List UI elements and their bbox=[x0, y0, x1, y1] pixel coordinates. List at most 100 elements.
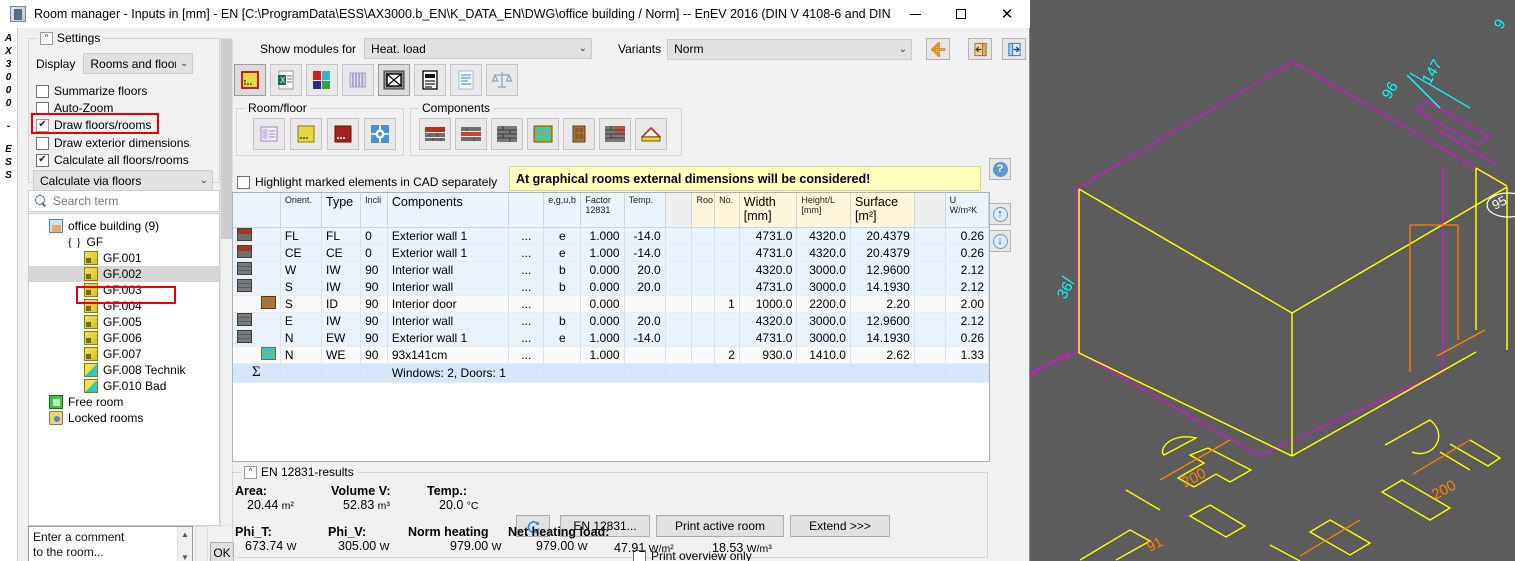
component-roof-button[interactable] bbox=[635, 118, 667, 150]
scrollbar-thumb[interactable] bbox=[221, 39, 232, 239]
module-button-crossed-box[interactable] bbox=[378, 64, 410, 96]
module-button-color-blocks[interactable] bbox=[306, 64, 338, 96]
tree-item-gf[interactable]: { } GF bbox=[29, 234, 219, 250]
room-settings-button[interactable] bbox=[364, 118, 396, 150]
component-door-button[interactable] bbox=[563, 118, 595, 150]
cell-dots[interactable]: ... bbox=[508, 244, 545, 262]
extend-button[interactable]: Extend >>> bbox=[790, 515, 890, 537]
cell-dots[interactable]: ... bbox=[508, 227, 545, 245]
tree-item-gf-002[interactable]: GF.002 bbox=[29, 266, 219, 282]
cell-dots[interactable]: ... bbox=[508, 329, 545, 347]
search-input[interactable]: Search term bbox=[53, 194, 118, 208]
component-wall-button[interactable] bbox=[491, 118, 523, 150]
tree-item-gf-005[interactable]: GF.005 bbox=[29, 314, 219, 330]
display-select[interactable]: Rooms and floor ⌄ bbox=[83, 53, 194, 74]
checkbox-draw-exterior-dimensions[interactable]: Draw exterior dimensions bbox=[36, 135, 189, 151]
room-properties-button[interactable] bbox=[253, 118, 285, 150]
module-button-scales[interactable] bbox=[486, 64, 518, 96]
help-button[interactable]: ? bbox=[989, 158, 1011, 180]
cell-dots[interactable]: ... bbox=[508, 261, 545, 279]
cell-dots[interactable]: ... bbox=[508, 346, 545, 364]
tree-item-gf-008-technik[interactable]: GF.008 Technik bbox=[29, 362, 219, 378]
table-row[interactable]: N EW 90 Exterior wall 1 ... e 1.000 -14.… bbox=[233, 329, 989, 347]
th-blank2[interactable] bbox=[914, 193, 946, 228]
cell-dots[interactable]: ... bbox=[508, 295, 545, 313]
component-ceiling-button[interactable] bbox=[455, 118, 487, 150]
component-floor-button[interactable] bbox=[419, 118, 451, 150]
tree-item-gf-001[interactable]: GF.001 bbox=[29, 250, 219, 266]
tree-item-gf-004[interactable]: GF.004 bbox=[29, 298, 219, 314]
collapse-results-button[interactable]: ^ bbox=[244, 465, 257, 479]
table-row[interactable]: W IW 90 Interior wall ... b 0.000 20.0 4… bbox=[233, 261, 989, 279]
cell-orient: CE bbox=[280, 244, 323, 262]
th-roo[interactable]: Roo bbox=[691, 193, 716, 228]
table-row[interactable]: S IW 90 Interior wall ... b 0.000 20.0 4… bbox=[233, 278, 989, 296]
components-table[interactable]: Orient. Type Incli Components e,g,u,b Fa… bbox=[232, 192, 990, 462]
minimize-button[interactable] bbox=[892, 0, 938, 28]
tree-item-locked-rooms[interactable]: Locked rooms bbox=[29, 410, 219, 426]
tree-item-free-room[interactable]: Free room bbox=[29, 394, 219, 410]
th-egub[interactable]: e,g,u,b bbox=[543, 193, 582, 228]
maximize-button[interactable] bbox=[938, 0, 984, 28]
th-incl[interactable]: Incli bbox=[360, 193, 388, 228]
th-u[interactable]: U W/m²K bbox=[945, 193, 989, 228]
comment-outer-scrollbar[interactable] bbox=[195, 526, 208, 561]
th-blank[interactable] bbox=[665, 193, 693, 228]
th-orient[interactable]: Orient. bbox=[280, 193, 323, 228]
module-button-document[interactable] bbox=[414, 64, 446, 96]
th-factor[interactable]: Factor 12831 bbox=[580, 193, 625, 228]
room-tree[interactable]: office building (9) { } GF GF.001 GF.002… bbox=[28, 213, 220, 526]
cad-viewport[interactable]: 200 200 91 96 147 9 36 95 bbox=[1030, 0, 1515, 561]
search-box[interactable]: Search term bbox=[28, 190, 220, 212]
variants-select[interactable]: Norm ⌄ bbox=[667, 38, 913, 60]
th-temp[interactable]: Temp. bbox=[624, 193, 666, 228]
table-row[interactable]: CE CE 0 Exterior wall 1 ... e 1.000 -14.… bbox=[233, 244, 989, 262]
checkbox-auto-zoom[interactable]: Auto-Zoom bbox=[36, 100, 113, 116]
module-button-room-plan[interactable] bbox=[234, 64, 266, 96]
module-button-report[interactable] bbox=[450, 64, 482, 96]
cell-dots[interactable]: ... bbox=[508, 312, 545, 330]
room-red-button[interactable] bbox=[327, 118, 359, 150]
tree-item-office-building[interactable]: office building (9) bbox=[29, 218, 219, 234]
star-button[interactable] bbox=[926, 38, 951, 60]
vstrip-char: S bbox=[5, 157, 12, 168]
th-icon[interactable] bbox=[233, 193, 281, 228]
print-active-room-button[interactable]: Print active room bbox=[656, 515, 784, 537]
th-no[interactable]: No. bbox=[714, 193, 740, 228]
checkbox-draw-floors-rooms[interactable]: Draw floors/rooms bbox=[36, 117, 151, 133]
move-up-button[interactable]: ↑ bbox=[989, 203, 1011, 225]
close-button[interactable]: ✕ bbox=[984, 0, 1030, 28]
table-row-sub[interactable]: S ID 90 Interior door ... 0.000 1 1000.0 bbox=[233, 295, 989, 313]
tree-item-gf-003[interactable]: GF.003 bbox=[29, 282, 219, 298]
comment-input[interactable]: Enter a comment to the room... ▲ ▼ bbox=[28, 526, 193, 561]
collapse-settings-button[interactable]: ^ bbox=[40, 31, 53, 45]
table-row-sub[interactable]: N WE 90 93x141cm ... 1.000 2 930.0 1410.… bbox=[233, 346, 989, 364]
previous-room-button[interactable] bbox=[968, 38, 993, 60]
tree-item-gf-010-bad[interactable]: GF.010 Bad bbox=[29, 378, 219, 394]
th-components[interactable]: Components bbox=[387, 193, 510, 228]
tree-item-gf-007[interactable]: GF.007 bbox=[29, 346, 219, 362]
table-row[interactable]: FL FL 0 Exterior wall 1 ... e 1.000 -14.… bbox=[233, 227, 989, 245]
checkbox-summarize-floors[interactable]: Summarize floors bbox=[36, 83, 147, 99]
th-type[interactable]: Type bbox=[321, 193, 362, 228]
module-button-radiator[interactable] bbox=[342, 64, 374, 96]
comment-scrollbar[interactable]: ▲ ▼ bbox=[177, 527, 192, 561]
th-height[interactable]: Height/L [mm] bbox=[796, 193, 851, 228]
tree-item-gf-006[interactable]: GF.006 bbox=[29, 330, 219, 346]
cell-dots[interactable]: ... bbox=[508, 278, 545, 296]
checkbox-calculate-all-floors-rooms[interactable]: Calculate all floors/rooms bbox=[36, 152, 189, 168]
th-width[interactable]: Width [mm] bbox=[739, 193, 798, 228]
table-row[interactable]: E IW 90 Interior wall ... b 0.000 20.0 4… bbox=[233, 312, 989, 330]
room-yellow-button[interactable] bbox=[290, 118, 322, 150]
checkbox-highlight-marked-elements[interactable]: Highlight marked elements in CAD separat… bbox=[237, 174, 497, 190]
th-dots[interactable] bbox=[508, 193, 545, 228]
move-down-button[interactable]: ↓ bbox=[989, 230, 1011, 252]
component-window-button[interactable] bbox=[527, 118, 559, 150]
calculate-mode-select[interactable]: Calculate via floors ⌄ bbox=[33, 170, 213, 191]
module-button-excel-export[interactable]: X bbox=[270, 64, 302, 96]
component-partial-wall-button[interactable] bbox=[599, 118, 631, 150]
show-modules-select[interactable]: Heat. load ⌄ bbox=[364, 38, 593, 59]
ok-button[interactable]: OK bbox=[210, 542, 234, 561]
next-room-button[interactable] bbox=[1002, 38, 1027, 60]
th-surface[interactable]: Surface [m²] bbox=[850, 193, 915, 228]
